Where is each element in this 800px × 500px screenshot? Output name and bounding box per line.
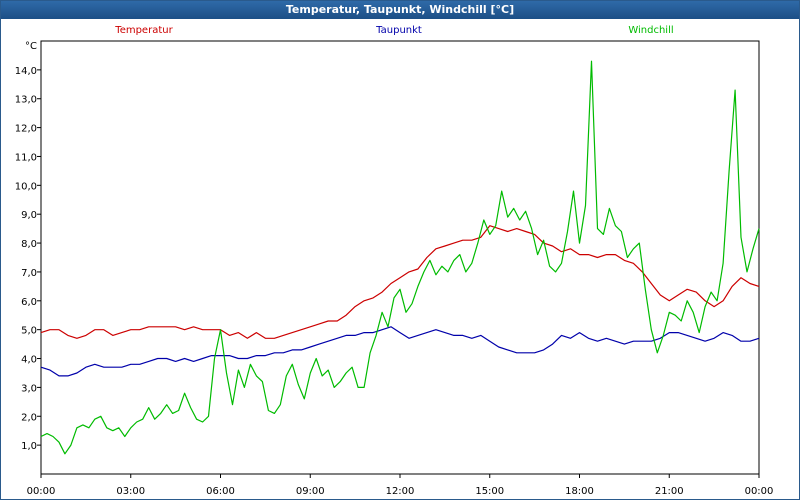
y-tick-label: 3,0 [21, 383, 37, 394]
x-tick-time: 21:00 [655, 486, 684, 497]
y-tick-label: 7,0 [21, 268, 37, 279]
x-tick-time: 12:00 [386, 486, 415, 497]
x-tick-time: 00:00 [745, 486, 774, 497]
y-tick-label: 9,0 [21, 210, 37, 221]
legend-entry-windchill: Windchill [628, 25, 673, 36]
y-tick-label: 14,0 [15, 66, 37, 77]
x-tick-time: 03:00 [116, 486, 145, 497]
plot-area [40, 40, 760, 475]
y-tick-label: 8,0 [21, 239, 37, 250]
y-tick-label: 6,0 [21, 297, 37, 308]
y-tick-label: 13,0 [15, 95, 37, 106]
y-tick-label: 1,0 [21, 441, 37, 452]
x-tick-time: 09:00 [296, 486, 325, 497]
x-tick-time: 15:00 [475, 486, 504, 497]
x-tick-time: 00:00 [27, 486, 56, 497]
y-tick-label: 11,0 [15, 152, 37, 163]
y-tick-label: 12,0 [15, 124, 37, 135]
legend-entry-taupunkt: Taupunkt [375, 25, 422, 36]
y-tick-label: 2,0 [21, 412, 37, 423]
chart-window: Temperatur, Taupunkt, Windchill [°C] 1,0… [0, 0, 800, 500]
x-tick-time: 18:00 [565, 486, 594, 497]
legend: Temperatur Taupunkt Windchill [114, 25, 673, 36]
y-axis-label: °C [25, 41, 37, 52]
y-tick-label: 10,0 [15, 181, 37, 192]
chart-title: Temperatur, Taupunkt, Windchill [°C] [1, 1, 799, 19]
y-tick-label: 5,0 [21, 326, 37, 337]
x-tick-time: 06:00 [206, 486, 235, 497]
legend-entry-temperatur: Temperatur [114, 25, 173, 36]
line-chart: 1,0 2,0 3,0 4,0 5,0 6,0 7,0 8,0 9,0 10,0 11,0 12,0 1… [15, 25, 774, 497]
y-tick-label: 4,0 [21, 355, 37, 366]
